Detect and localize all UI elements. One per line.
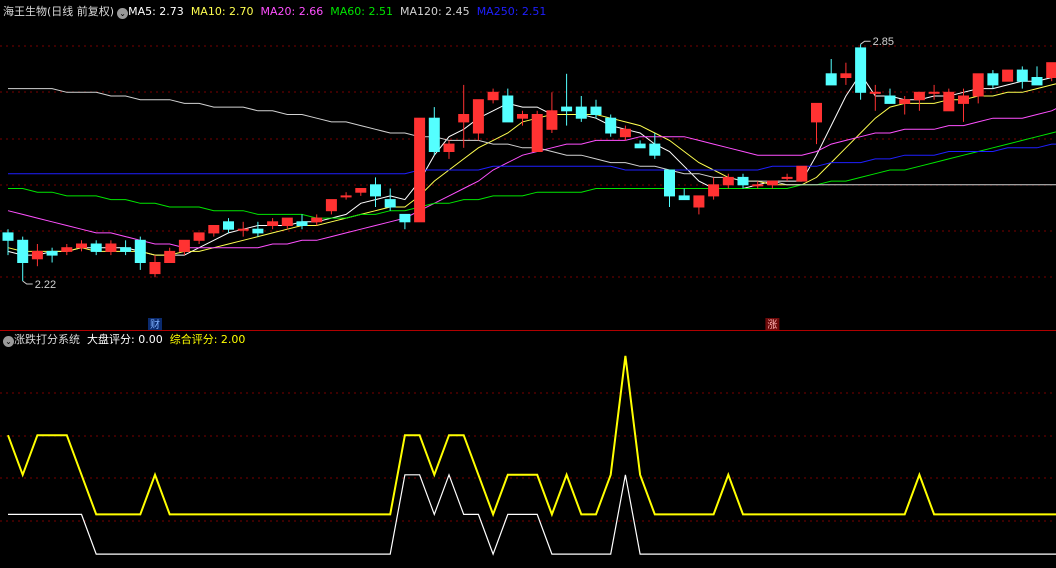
event-marker-label: 涨	[767, 319, 777, 331]
candle-body	[252, 228, 264, 234]
candle-body	[105, 243, 117, 252]
candle-body	[370, 184, 381, 197]
collapse-toggle-icon[interactable]: ⌄	[117, 8, 129, 19]
candle-body	[46, 250, 58, 256]
low-price-label: 2.22	[35, 279, 56, 291]
candle-body	[31, 250, 43, 260]
candle-body	[869, 91, 881, 94]
candle-body	[575, 106, 587, 119]
candle-body	[178, 239, 190, 252]
candle-body	[796, 165, 808, 182]
candle-body	[502, 95, 514, 123]
candle-body	[605, 117, 617, 134]
candle-body	[487, 91, 499, 101]
candle-body	[693, 195, 705, 208]
candle-body	[664, 169, 675, 197]
candle-body	[61, 247, 73, 252]
ma10-value: MA10: 2.70	[190, 5, 254, 18]
candle-body	[708, 184, 720, 197]
candle-body	[546, 110, 558, 130]
candle-body	[164, 250, 176, 263]
candle-body	[649, 143, 661, 156]
stock-chart[interactable]: 2.85 2.22 财 涨	[0, 0, 1056, 568]
candle-body	[458, 114, 470, 123]
candle-body	[619, 128, 631, 138]
candle-body	[237, 228, 249, 231]
candle-body	[1046, 62, 1056, 79]
candle-body	[134, 239, 146, 264]
ma20-value: MA20: 2.66	[260, 5, 324, 18]
candle-body	[752, 184, 764, 187]
candle-body	[472, 99, 484, 134]
candle-body	[678, 195, 690, 201]
candle-body	[120, 247, 132, 252]
candle-body	[884, 95, 896, 104]
event-marker-label: 财	[150, 318, 160, 331]
stock-title: 海王生物(日线 前复权)	[3, 5, 115, 18]
candle-body	[928, 91, 940, 94]
candle-body	[766, 180, 778, 186]
candle-body	[634, 143, 646, 149]
candle-body	[90, 243, 102, 252]
candle-body	[208, 225, 220, 234]
main-header: 海王生物(日线 前复权) ⌄ MA5: 2.73 MA10: 2.70 MA20: …	[0, 4, 546, 20]
candle-body	[2, 232, 14, 241]
candle-body	[972, 73, 984, 97]
sub-header: ⌄ 涨跌打分系统 大盘评分: 0.00 综合评分: 2.00	[0, 332, 245, 348]
candle-body	[443, 143, 455, 153]
candle-body	[517, 114, 528, 119]
candle-body	[840, 73, 852, 79]
candle-body	[193, 232, 205, 241]
candle-body	[281, 217, 293, 227]
collapse-toggle-icon[interactable]: ⌄	[3, 336, 14, 347]
candle-body	[399, 213, 411, 223]
candle-body	[1031, 77, 1043, 86]
candle-body	[340, 195, 352, 198]
candle-body	[355, 188, 367, 193]
candle-body	[267, 221, 279, 227]
ma5-value: MA5: 2.73	[128, 5, 184, 18]
candle-body	[311, 217, 323, 223]
candle-body	[414, 117, 426, 223]
candle-body	[76, 243, 87, 249]
candle-body	[561, 106, 573, 112]
candle-body	[296, 221, 308, 227]
candle-body	[722, 176, 734, 186]
candle-body	[913, 91, 925, 101]
candle-body	[899, 99, 911, 104]
candle-body	[737, 176, 749, 186]
candle-body	[325, 199, 337, 212]
candle-body	[855, 47, 867, 93]
dapan-score: 大盘评分: 0.00	[87, 333, 163, 346]
candle-body	[428, 117, 440, 152]
candle-body	[149, 262, 161, 275]
candle-body	[531, 114, 543, 152]
candle-body	[1016, 69, 1028, 82]
high-price-label: 2.85	[873, 36, 894, 48]
indicator-title: 涨跌打分系统	[14, 333, 80, 346]
ma250-value: MA250: 2.51	[476, 5, 547, 18]
candle-body	[811, 102, 822, 123]
candle-body	[781, 176, 793, 179]
candle-body	[1002, 69, 1014, 82]
candle-body	[223, 221, 234, 230]
ma60-value: MA60: 2.51	[330, 5, 393, 18]
candle-body	[590, 106, 602, 115]
candle-body	[958, 95, 969, 104]
ma120-value: MA120: 2.45	[399, 5, 470, 18]
candle-body	[987, 73, 999, 86]
candle-body	[17, 239, 29, 264]
zonghe-score: 综合评分: 2.00	[169, 333, 246, 346]
candle-body	[384, 199, 396, 208]
candle-body	[825, 73, 837, 86]
candle-body	[943, 91, 955, 112]
